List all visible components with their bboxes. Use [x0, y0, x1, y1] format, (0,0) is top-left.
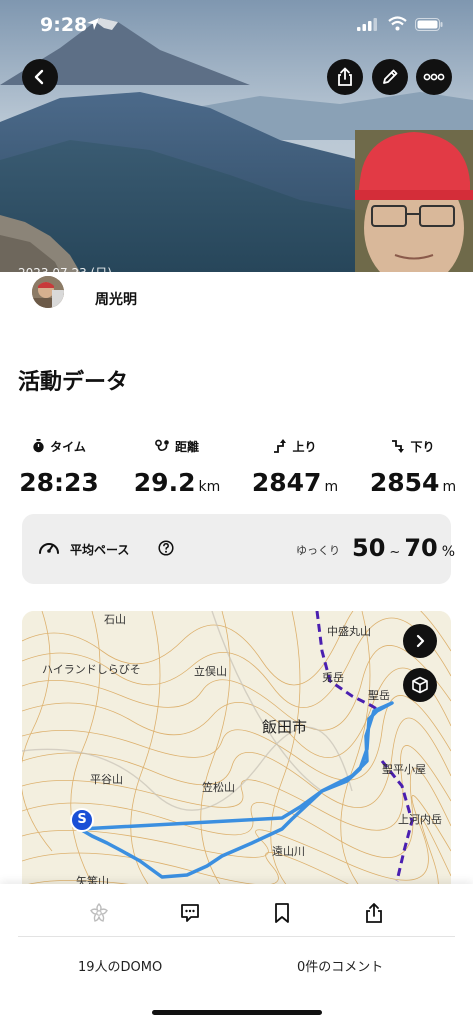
route-pin-icon [155, 439, 169, 451]
map-label-highland-shirabiso: ハイランドしらびそ [42, 663, 141, 676]
map-label-kasamatsu: 笠松山 [202, 781, 235, 794]
chevron-right-icon [416, 634, 425, 648]
map-label-hiratani: 平谷山 [90, 773, 123, 786]
map-label-iida-city: 飯田市 [262, 718, 308, 736]
cube-3d-icon [412, 676, 428, 694]
activity-date: 2023.07.23 (日) [18, 264, 112, 272]
pencil-icon [383, 69, 398, 84]
more-options-button[interactable] [416, 59, 452, 95]
topographic-map [22, 611, 451, 901]
comment-count-link[interactable]: 0件のコメント [297, 956, 383, 975]
comment-button[interactable] [177, 900, 203, 926]
chevron-left-icon [34, 69, 44, 85]
descent-arrow-icon [392, 440, 405, 453]
bottom-action-bar: 19人のDOMO 0件のコメント [0, 884, 473, 1024]
comment-icon [181, 904, 199, 922]
domo-button[interactable] [86, 900, 112, 926]
stat-time-label: タイム [50, 439, 86, 454]
pace-unit: % [441, 544, 456, 560]
pace-descriptor: ゆっくり [296, 544, 340, 557]
ascent-arrow-icon [274, 439, 287, 453]
status-bar: 9:28 [0, 0, 473, 52]
section-title: 活動データ [18, 370, 129, 395]
stat-distance-label: 距離 [174, 439, 199, 454]
bookmark-button[interactable] [269, 900, 295, 926]
home-indicator [152, 1010, 322, 1015]
pace-sep: ~ [389, 545, 401, 560]
edit-button[interactable] [372, 59, 408, 95]
map-label-tatemata: 立俣山 [194, 665, 227, 678]
stat-descent: 下り 2854 m [354, 436, 472, 498]
share-icon [338, 67, 352, 86]
map-3d-button[interactable] [403, 668, 437, 702]
stat-time-value: 28:23 [19, 468, 99, 497]
map-label-usagidake: 兎岳 [322, 671, 344, 684]
stat-descent-unit: m [442, 479, 457, 495]
stat-ascent-label: 上り [292, 439, 317, 454]
stat-descent-value: 2854 [369, 468, 440, 497]
map-label-hijiridake: 聖岳 [368, 689, 390, 702]
stat-ascent: 上り 2847 m [236, 436, 354, 497]
speedometer-icon [39, 543, 59, 554]
user-name[interactable]: 周光明 [95, 289, 137, 309]
stat-distance-unit: km [198, 479, 221, 495]
activity-stats: タイム 28:23 距離 29.2 km 上り 2847 m 下り 2854 m [0, 436, 473, 506]
divider [18, 936, 455, 937]
pace-value: 50 ~70% [352, 534, 455, 562]
share-activity-button[interactable] [361, 900, 387, 926]
route-map[interactable]: 石山 ハイランドしらびそ 立俣山 中盛丸山 兎岳 聖岳 飯田市 聖平小屋 平谷山… [22, 611, 451, 901]
stat-descent-label: 下り [410, 439, 435, 454]
avatar[interactable] [32, 276, 64, 308]
location-arrow-icon [87, 18, 99, 30]
map-label-hijiri-hut: 聖平小屋 [382, 763, 426, 776]
status-time: 9:28 [40, 14, 88, 36]
back-button[interactable] [22, 59, 58, 95]
pace-max: 70 [404, 534, 438, 562]
domo-count-link[interactable]: 19人のDOMO [78, 956, 162, 975]
domo-flower-icon [90, 903, 108, 922]
stat-distance-value: 29.2 [133, 468, 196, 497]
share-button[interactable] [327, 59, 363, 95]
hero-photo: 9:28 [0, 0, 473, 272]
wifi-icon [388, 16, 407, 31]
stat-ascent-unit: m [324, 479, 339, 495]
map-label-nakamorimaru: 中盛丸山 [327, 625, 371, 638]
battery-icon [415, 18, 443, 31]
average-pace-card: 平均ペース ゆっくり 50 ~70% [22, 514, 455, 584]
cellular-signal-icon [357, 18, 377, 31]
bookmark-icon [275, 903, 289, 923]
help-icon[interactable] [158, 540, 174, 556]
map-label-ishiyama: 石山 [104, 613, 126, 626]
user-row[interactable]: 周光明 [0, 272, 473, 322]
share-icon [366, 903, 382, 923]
stopwatch-icon [33, 439, 44, 453]
stat-time: タイム 28:23 [0, 436, 118, 497]
start-marker: S [70, 808, 94, 832]
stat-distance: 距離 29.2 km [118, 436, 236, 498]
map-expand-button[interactable] [403, 624, 437, 658]
avatar-image [32, 276, 64, 308]
map-label-kamikochi: 上河内岳 [398, 813, 442, 826]
stat-ascent-value: 2847 [251, 468, 322, 497]
pace-min: 50 [352, 534, 386, 562]
map-label-toyama-river: 遠山川 [272, 845, 305, 858]
pace-label: 平均ペース [70, 543, 130, 557]
more-dots-icon [423, 73, 445, 81]
